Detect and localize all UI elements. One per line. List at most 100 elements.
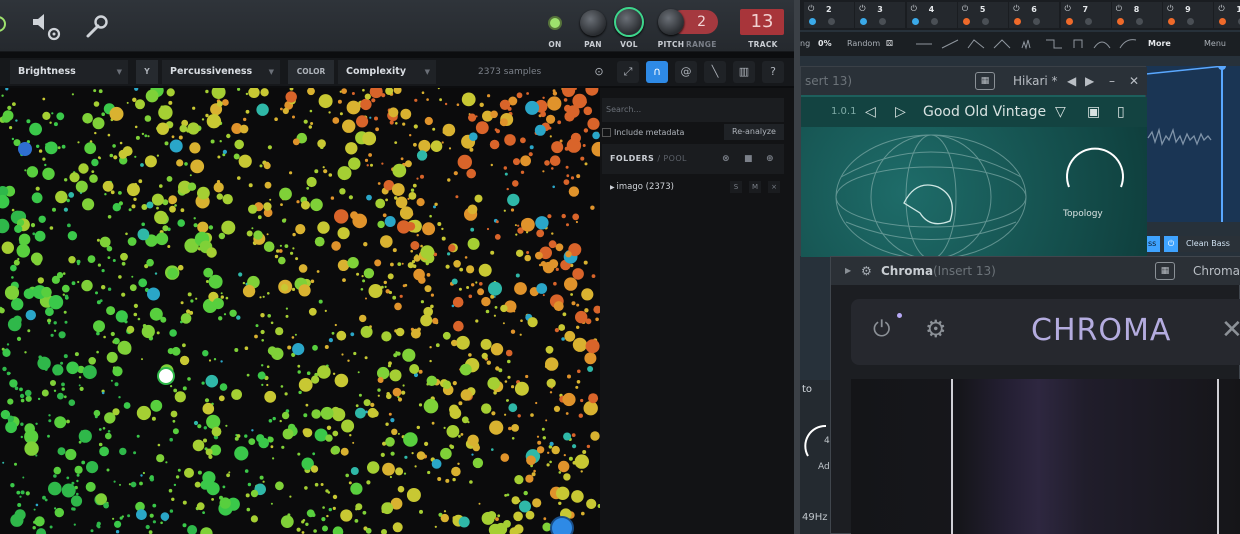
sample-dot[interactable] <box>42 495 46 500</box>
sample-dot[interactable] <box>391 428 398 435</box>
sample-dot[interactable] <box>5 421 17 434</box>
sample-dot[interactable] <box>131 204 136 209</box>
sample-dot[interactable] <box>459 363 472 376</box>
sample-dot[interactable] <box>239 124 249 134</box>
sample-dot[interactable] <box>523 490 528 496</box>
sample-dot[interactable] <box>56 112 65 121</box>
sample-dot[interactable] <box>206 114 222 129</box>
sample-dot[interactable] <box>576 380 581 384</box>
sample-dot[interactable] <box>53 474 57 478</box>
sample-dot[interactable] <box>334 373 349 388</box>
sample-dot[interactable] <box>359 314 367 323</box>
sample-dot[interactable] <box>581 288 594 301</box>
sample-dot[interactable] <box>332 430 339 437</box>
sample-dot[interactable] <box>18 233 31 246</box>
sample-dot[interactable] <box>165 461 168 464</box>
sample-dot[interactable] <box>61 382 65 387</box>
sample-dot[interactable] <box>281 411 290 420</box>
sample-dot[interactable] <box>529 145 534 150</box>
sample-dot[interactable] <box>582 144 586 147</box>
sample-dot[interactable] <box>371 410 379 418</box>
sample-dot[interactable] <box>91 158 99 167</box>
sample-dot[interactable] <box>332 506 336 510</box>
sample-dot[interactable] <box>218 316 223 321</box>
sample-dot[interactable] <box>374 116 378 121</box>
sample-dot[interactable] <box>445 478 450 483</box>
sample-dot[interactable] <box>591 141 601 157</box>
sample-dot[interactable] <box>516 249 524 257</box>
sample-dot[interactable] <box>308 307 317 316</box>
sample-dot[interactable] <box>258 437 270 449</box>
sample-dot[interactable] <box>381 529 387 534</box>
sample-dot[interactable] <box>145 89 159 103</box>
sample-dot[interactable] <box>67 231 78 241</box>
sample-dot[interactable] <box>138 278 148 288</box>
sample-dot[interactable] <box>34 230 46 242</box>
sample-dot[interactable] <box>365 527 372 534</box>
sample-dot[interactable] <box>32 232 36 236</box>
sample-dot[interactable] <box>228 471 231 474</box>
power-icon[interactable]: ⏻ <box>808 4 814 14</box>
sample-dot[interactable] <box>572 268 584 280</box>
sample-dot[interactable] <box>590 431 600 441</box>
sample-dot[interactable] <box>356 115 369 128</box>
sample-dot[interactable] <box>402 284 406 288</box>
sample-dot[interactable] <box>390 451 395 456</box>
sample-dot[interactable] <box>389 120 394 125</box>
sample-dot[interactable] <box>402 122 406 126</box>
sample-dot[interactable] <box>274 254 279 259</box>
sample-dot[interactable] <box>126 101 129 104</box>
sample-dot[interactable] <box>245 493 250 498</box>
sample-dot[interactable] <box>512 180 519 187</box>
sample-dot[interactable] <box>533 469 536 473</box>
sample-dot[interactable] <box>546 114 556 124</box>
sample-dot[interactable] <box>266 383 269 387</box>
sample-dot[interactable] <box>226 133 231 139</box>
sample-dot[interactable] <box>4 285 20 300</box>
sample-dot[interactable] <box>366 164 369 167</box>
sample-dot[interactable] <box>423 398 439 414</box>
sample-dot[interactable] <box>339 112 343 116</box>
sample-dot[interactable] <box>318 94 333 109</box>
sample-dot[interactable] <box>261 339 265 342</box>
selected-sample-dot[interactable] <box>157 367 175 385</box>
sample-dot[interactable] <box>202 402 215 415</box>
sample-dot[interactable] <box>525 474 534 483</box>
help-icon[interactable]: ? <box>762 61 784 83</box>
sample-dot[interactable] <box>16 244 31 258</box>
sample-dot[interactable] <box>426 375 437 386</box>
sample-dot[interactable] <box>311 375 320 384</box>
sample-dot[interactable] <box>151 416 156 421</box>
sample-dot[interactable] <box>322 166 325 169</box>
sample-dot[interactable] <box>553 281 557 286</box>
sample-dot[interactable] <box>33 508 36 511</box>
sample-dot[interactable] <box>48 295 64 310</box>
sample-dot[interactable] <box>535 251 543 260</box>
sample-dot[interactable] <box>545 357 559 371</box>
sample-dot[interactable] <box>303 119 308 124</box>
sample-dot[interactable] <box>474 194 483 203</box>
sample-dot[interactable] <box>362 88 365 92</box>
sample-dot[interactable] <box>508 426 512 431</box>
sample-dot[interactable] <box>572 337 588 352</box>
sample-dot[interactable] <box>11 298 24 311</box>
sample-dot[interactable] <box>322 525 328 532</box>
sample-dot[interactable] <box>490 343 504 356</box>
sample-dot[interactable] <box>96 521 101 526</box>
sample-dot[interactable] <box>420 314 433 327</box>
sample-dot[interactable] <box>216 193 223 200</box>
sample-dot[interactable] <box>511 437 515 440</box>
sample-dot[interactable] <box>499 118 508 127</box>
prev-preset-icon[interactable]: ◁ <box>865 97 876 127</box>
sample-dot[interactable] <box>114 520 122 528</box>
sample-dot[interactable] <box>441 141 444 144</box>
sample-dot[interactable] <box>189 142 201 154</box>
sample-dot[interactable] <box>34 516 45 527</box>
sample-dot[interactable] <box>171 135 175 139</box>
sample-dot[interactable] <box>292 232 296 237</box>
sample-dot[interactable] <box>572 93 587 109</box>
sample-dot[interactable] <box>281 445 285 449</box>
sample-dot[interactable] <box>490 163 493 167</box>
sample-dot[interactable] <box>507 359 511 364</box>
power-icon[interactable]: ⏻ <box>1116 4 1122 14</box>
